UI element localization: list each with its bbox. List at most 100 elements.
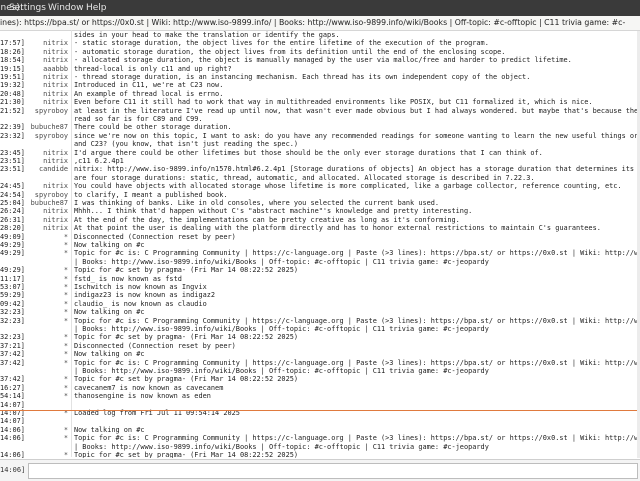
message-text: I was thinking of banks. Like in old con… [74,199,440,207]
timestamp: 37:42] [0,375,25,384]
timestamp: 14:07] [0,417,25,426]
channel-topic[interactable]: ines): https://bpa.st/ or https://0x0.st… [0,16,640,31]
message-text: read so far is for C89 and C99. [74,115,203,123]
message-text: Topic for #c is: C Programming Community… [74,249,640,258]
message-text: and C23? (you know, that isn't just read… [74,140,299,149]
timestamp: 21:52] [0,106,25,115]
timestamp: 21:30] [0,98,25,107]
message-text: cavecanem7 is now known as cavecanem [74,383,224,392]
message-text: Topic for #c set by pragma- (Fri Mar 14 … [74,333,299,342]
timestamp: 49:29] [0,249,25,258]
nick[interactable]: * [64,266,68,275]
nick[interactable]: * [64,392,68,401]
timestamp: 14:07] [0,400,25,409]
timestamp: 14:06] [0,434,25,443]
nick-column-separator [71,30,72,457]
timestamp: 54:14] [0,392,25,401]
timestamp: 49:09] [0,232,25,241]
message-text: ,c11 6.2.4p1 [74,157,124,165]
nick[interactable]: * [64,233,68,242]
timestamp: 19:51] [0,73,25,81]
nick[interactable]: * [64,249,68,258]
nick[interactable]: * [64,375,68,384]
nick[interactable]: * [64,350,68,359]
timestamp: 26:24] [0,207,25,216]
chat-log[interactable]: sides in your head to make the translati… [0,31,640,458]
nick[interactable]: nitrix [43,224,68,233]
message-text: | Books: http://www.iso-9899.info/wiki/B… [74,442,489,451]
message-text: - automatic storage duration, the object… [74,47,506,56]
nick[interactable]: * [64,384,68,393]
nick[interactable]: nitrix [43,157,68,166]
timestamp: 24:54] [0,190,25,199]
nick[interactable]: * [64,241,68,250]
nick[interactable]: nitrix [43,81,68,90]
nick[interactable]: * [64,300,68,309]
timestamp: 14:06] [0,451,25,458]
nick[interactable]: spyroboy [35,132,68,141]
timestamp: 23:32] [0,131,25,140]
nick[interactable]: * [64,359,68,368]
nick[interactable]: * [64,333,68,342]
timestamp: 23:51] [0,157,25,165]
nick[interactable]: nitrix [43,56,68,65]
message-text: Disconnected (Connection reset by peer) [74,232,236,241]
timestamp: 49:29] [0,241,25,249]
nick[interactable]: nitrix [43,90,68,99]
timestamp: 28:20] [0,224,25,233]
message-text: Topic for #c set by pragma- (Fri Mar 14 … [74,451,299,458]
message-text: Topic for #c is: C Programming Community… [74,434,640,443]
nick[interactable]: nitrix [43,182,68,191]
message-input[interactable] [28,463,638,479]
nick[interactable]: * [64,317,68,326]
nick[interactable]: bubuche87 [31,123,68,132]
message-text: | Books: http://www.iso-9899.info/wiki/B… [74,257,489,266]
message-text: Now talking on #c [74,308,145,317]
nick[interactable]: candide [39,165,68,174]
nick[interactable]: nitrix [43,216,68,225]
nick[interactable]: nitrix [43,73,68,82]
nick[interactable]: nitrix [43,149,68,158]
message-text: at least in the literature I've read up … [74,106,640,115]
timestamp: 59:29] [0,291,25,300]
message-text: An example of thread local is errno. [74,89,224,98]
nick[interactable]: * [64,434,68,443]
menu-bar: ines): Settings Window Help [0,0,640,16]
nick[interactable]: * [64,342,68,351]
timestamp: 32:23] [0,333,25,342]
message-text: You could have objects with allocated st… [74,182,622,191]
nick[interactable]: spyroboy [35,191,68,200]
nick[interactable]: * [64,275,68,284]
nick[interactable]: spyroboy [35,107,68,116]
nick[interactable]: nitrix [43,48,68,57]
nick[interactable]: * [64,291,68,300]
timestamp: 24:45] [0,182,25,191]
message-text: At the end of the day, the implementatio… [74,215,460,224]
message-text: Introduced in C11, we're at C23 now. [74,81,224,90]
timestamp: 25:04] [0,199,25,207]
nick[interactable]: * [64,308,68,317]
nick[interactable]: bubuche87 [31,199,68,208]
nick[interactable]: nitrix [43,207,68,216]
message-text: thread-local is only c11 and up right? [74,64,232,73]
nick[interactable]: * [64,451,68,458]
timestamp: 19:15] [0,64,25,73]
message-text: sides in your head to make the translati… [74,31,340,39]
menu-help[interactable]: Help [86,3,107,13]
message-text: Ischwitch is now known as Ingvix [74,283,207,291]
message-text: nitrix: http://www.iso-9899.info/n1570.h… [74,165,640,174]
timestamp: 23:51] [0,165,25,174]
nick[interactable]: aaabbb [43,65,68,74]
nick[interactable]: nitrix [43,39,68,48]
menu-settings[interactable]: Settings [9,3,46,13]
timestamp: 19:32] [0,81,25,90]
nick[interactable]: * [64,283,68,292]
message-text: to clarify, I meant a published book. [74,190,228,199]
nick[interactable]: nitrix [43,98,68,107]
message-text: since we're now on this topic, I want to… [74,131,640,140]
message-text: | Books: http://www.iso-9899.info/wiki/B… [74,325,489,333]
message-text: indigaz23 is now known as indigaz2 [74,291,216,300]
timestamp: 32:23] [0,316,25,325]
nick[interactable]: * [64,426,68,435]
menu-window[interactable]: Window [48,3,84,13]
